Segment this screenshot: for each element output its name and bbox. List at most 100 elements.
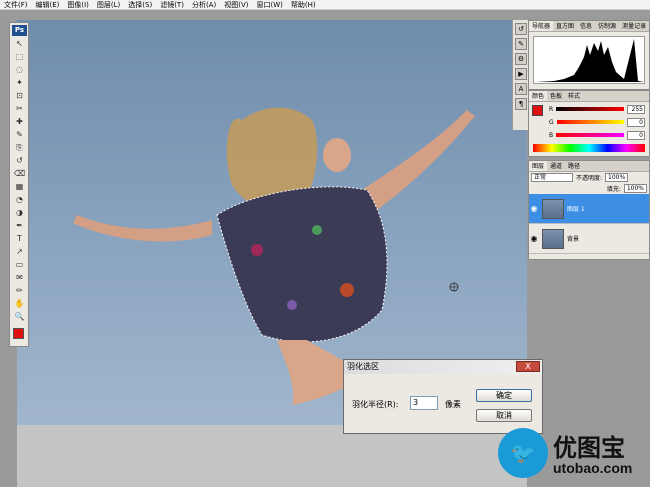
color-panel: 颜色 色板 样式 R 255 G 0 B 0 — [528, 90, 650, 157]
opacity-label: 不透明度: — [576, 175, 603, 182]
brushes-icon[interactable]: ✎ — [515, 38, 527, 50]
dodge-icon[interactable]: ◑ — [13, 208, 26, 218]
color-channel-row: R 255 — [549, 103, 645, 115]
layer-name: 图层 1 — [567, 206, 585, 213]
move-tool-icon[interactable]: ↖ — [13, 39, 26, 49]
menu-item-6[interactable]: 分析(A) — [188, 0, 220, 10]
color-spectrum[interactable] — [533, 144, 645, 152]
layer-thumbnail — [542, 198, 564, 219]
slice-tool-icon[interactable]: ✂ — [13, 104, 26, 114]
dialog-title: 羽化选区 — [347, 362, 379, 371]
watermark-en: utobao.com — [553, 460, 633, 476]
blend-mode-select[interactable]: 正常 — [531, 173, 573, 182]
menu-bar: 文件(F) 编辑(E) 图像(I) 图层(L) 选择(S) 滤镜(T) 分析(A) 视图(V)… — [0, 0, 650, 10]
channel-value-input[interactable]: 0 — [627, 130, 645, 140]
shape-tool-icon[interactable]: ▭ — [13, 260, 26, 270]
clone-stamp-icon[interactable]: ⎘ — [13, 143, 26, 153]
layers-tab-1[interactable]: 通道 — [547, 161, 565, 171]
pen-tool-icon[interactable]: ✒ — [13, 221, 26, 231]
channel-value-input[interactable]: 255 — [627, 104, 645, 114]
channel-slider[interactable] — [556, 107, 624, 111]
brush-tool-icon[interactable]: ✎ — [13, 130, 26, 140]
layer-thumbnail — [542, 228, 564, 249]
layers-panel: 图层 通道 路径 正常 不透明度: 100% 填充: 100% ◉ 图层 1 ◉ 背景 — [528, 160, 650, 260]
layers-tab-0[interactable]: 图层 — [529, 161, 548, 171]
feather-radius-label: 羽化半径(R): — [352, 400, 399, 409]
hand-tool-icon[interactable]: ✋ — [13, 299, 26, 309]
color-tab-2[interactable]: 样式 — [565, 91, 583, 101]
dress-pattern — [312, 225, 322, 235]
eraser-icon[interactable]: ⌫ — [13, 169, 26, 179]
feather-radius-input[interactable]: 3 — [410, 396, 438, 410]
histogram-tab-4[interactable]: 测量记录 — [619, 21, 649, 31]
left-arm-shape — [73, 215, 212, 242]
dress-shape — [216, 186, 388, 343]
crop-tool-icon[interactable]: ⊡ — [13, 91, 26, 101]
layer-row[interactable]: ◉ 图层 1 — [529, 194, 649, 224]
menu-item-1[interactable]: 编辑(E) — [32, 0, 64, 10]
tool-presets-icon[interactable]: ⚙ — [515, 53, 527, 65]
character-icon[interactable]: A — [515, 83, 527, 95]
history-icon[interactable]: ↺ — [515, 23, 527, 35]
blur-icon[interactable]: ◔ — [13, 195, 26, 205]
path-select-icon[interactable]: ↗ — [13, 247, 26, 257]
lasso-tool-icon[interactable]: ◌ — [13, 65, 26, 75]
histogram-tab-3[interactable]: 仿制源 — [595, 21, 619, 31]
histogram-tab-2[interactable]: 信息 — [577, 21, 595, 31]
photoshop-logo: Ps — [12, 25, 27, 36]
color-swatch[interactable] — [532, 105, 543, 116]
channel-slider[interactable] — [556, 133, 624, 137]
histogram-tab-0[interactable]: 导航器 — [529, 21, 554, 31]
channel-slider[interactable] — [556, 120, 624, 124]
color-tab-1[interactable]: 色板 — [547, 91, 565, 101]
menu-item-3[interactable]: 图层(L) — [93, 0, 124, 10]
gradient-icon[interactable]: ▦ — [13, 182, 26, 192]
color-channel-row: B0 — [549, 129, 645, 141]
layer-name: 背景 — [567, 236, 580, 243]
marquee-tool-icon[interactable]: ⬚ — [13, 52, 26, 62]
layers-tab-2[interactable]: 路径 — [565, 161, 583, 171]
channel-label: R — [549, 105, 554, 113]
visibility-eye-icon[interactable]: ◉ — [529, 204, 539, 213]
dress-pattern — [287, 300, 297, 310]
color-channel-row: G0 — [549, 116, 645, 128]
watermark-cn: 优图宝 — [553, 434, 625, 462]
notes-icon[interactable]: ✉ — [13, 273, 26, 283]
foreground-color-swatch[interactable] — [13, 328, 24, 339]
histogram-tab-1[interactable]: 直方图 — [553, 21, 577, 31]
history-brush-icon[interactable]: ↺ — [13, 156, 26, 166]
bird-logo-icon: 🐦 — [498, 428, 548, 478]
channel-value-input[interactable]: 0 — [627, 117, 645, 127]
visibility-eye-icon[interactable]: ◉ — [529, 234, 539, 243]
head-shape — [323, 138, 351, 172]
menu-item-5[interactable]: 滤镜(T) — [156, 0, 188, 10]
watermark: 🐦 优图宝 utobao.com — [493, 420, 650, 487]
magic-wand-icon[interactable]: ✦ — [13, 78, 26, 88]
color-tab-0[interactable]: 颜色 — [529, 91, 548, 101]
opacity-input[interactable]: 100% — [605, 173, 629, 182]
menu-item-7[interactable]: 视图(V) — [220, 0, 252, 10]
menu-item-4[interactable]: 选择(S) — [124, 0, 156, 10]
fill-input[interactable]: 100% — [623, 184, 647, 193]
histogram-graph — [533, 36, 645, 84]
menu-item-0[interactable]: 文件(F) — [0, 0, 32, 10]
zoom-tool-icon[interactable]: 🔍 — [13, 312, 26, 322]
layer-row[interactable]: ◉ 背景 — [529, 224, 649, 254]
toolbox: Ps ↖ ⬚ ◌ ✦ ⊡ ✂ ✚ ✎ ⎘ ↺ ⌫ ▦ ◔ ◑ ✒ T ↗ ▭ ✉ ✏ ✋ 🔍 — [9, 22, 29, 347]
actions-icon[interactable]: ▶ — [515, 68, 527, 80]
panel-dock-strip: ↺ ✎ ⚙ ▶ A ¶ — [512, 20, 528, 130]
type-tool-icon[interactable]: T — [13, 234, 26, 244]
menu-item-2[interactable]: 图像(I) — [63, 0, 93, 10]
histogram-chart — [536, 39, 644, 82]
healing-brush-icon[interactable]: ✚ — [13, 117, 26, 127]
menu-item-8[interactable]: 窗口(W) — [252, 0, 286, 10]
histogram-panel: 导航器 直方图 信息 仿制源 测量记录 — [528, 20, 650, 90]
ok-button[interactable]: 确定 — [476, 389, 532, 402]
unit-label: 像素 — [445, 400, 461, 409]
menu-item-9[interactable]: 帮助(H) — [287, 0, 320, 10]
fill-label: 填充: — [606, 186, 621, 193]
close-button[interactable]: X — [516, 361, 540, 372]
eyedropper-icon[interactable]: ✏ — [13, 286, 26, 296]
channel-label: G — [549, 118, 554, 126]
paragraph-icon[interactable]: ¶ — [515, 98, 527, 110]
